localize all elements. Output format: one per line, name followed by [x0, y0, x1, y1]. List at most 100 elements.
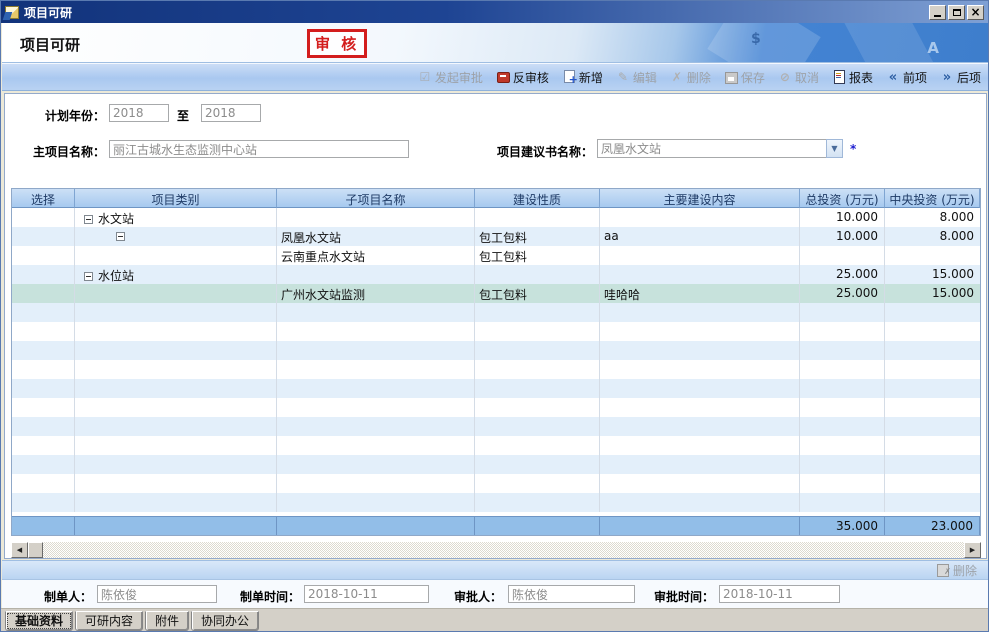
table-row[interactable]: [12, 436, 980, 455]
column-header-category[interactable]: 项目类别: [75, 189, 277, 208]
sub-name-cell[interactable]: [277, 322, 475, 341]
column-header-total-invest[interactable]: 总投资 (万元): [800, 189, 885, 208]
sub-name-cell[interactable]: [277, 398, 475, 417]
tree-collapse-icon[interactable]: [84, 272, 93, 281]
category-cell[interactable]: [75, 341, 277, 360]
category-cell[interactable]: 水文站: [75, 208, 277, 227]
nature-cell[interactable]: 包工包料: [475, 227, 600, 246]
table-row[interactable]: 广州水文站监测包工包料哇哈哈25.00015.000: [12, 284, 980, 303]
table-row[interactable]: [12, 398, 980, 417]
central-invest-cell[interactable]: [885, 379, 980, 398]
minimize-button[interactable]: [929, 5, 946, 20]
nature-cell[interactable]: [475, 455, 600, 474]
table-row[interactable]: [12, 360, 980, 379]
content-cell[interactable]: [600, 265, 800, 284]
category-cell[interactable]: [75, 227, 277, 246]
sub-name-cell[interactable]: [277, 341, 475, 360]
content-cell[interactable]: [600, 341, 800, 360]
sub-name-cell[interactable]: [277, 436, 475, 455]
proposal-combo[interactable]: ▼: [597, 139, 843, 158]
total-invest-cell[interactable]: [800, 322, 885, 341]
sub-name-cell[interactable]: [277, 360, 475, 379]
sub-name-cell[interactable]: [277, 208, 475, 227]
select-cell[interactable]: [12, 246, 75, 265]
central-invest-cell[interactable]: [885, 474, 980, 493]
category-cell[interactable]: [75, 379, 277, 398]
select-cell[interactable]: [12, 455, 75, 474]
total-invest-cell[interactable]: [800, 474, 885, 493]
content-cell[interactable]: 哇哈哈: [600, 284, 800, 303]
tab-basic-data[interactable]: 基础资料: [5, 611, 73, 631]
select-cell[interactable]: [12, 417, 75, 436]
nature-cell[interactable]: [475, 436, 600, 455]
total-invest-cell[interactable]: 25.000: [800, 265, 885, 284]
report-button[interactable]: 报表: [832, 69, 873, 86]
nature-cell[interactable]: [475, 417, 600, 436]
central-invest-cell[interactable]: [885, 322, 980, 341]
select-cell[interactable]: [12, 208, 75, 227]
content-cell[interactable]: [600, 379, 800, 398]
tree-collapse-icon[interactable]: [84, 215, 93, 224]
sub-name-cell[interactable]: [277, 265, 475, 284]
category-cell[interactable]: [75, 493, 277, 512]
tab-feasibility-content[interactable]: 可研内容: [75, 611, 143, 631]
nature-cell[interactable]: [475, 379, 600, 398]
nature-cell[interactable]: 包工包料: [475, 246, 600, 265]
content-cell[interactable]: [600, 208, 800, 227]
category-cell[interactable]: [75, 398, 277, 417]
scroll-right-button[interactable]: ▶: [964, 542, 981, 558]
category-cell[interactable]: [75, 455, 277, 474]
table-row[interactable]: 凤凰水文站包工包料aa10.0008.000: [12, 227, 980, 246]
content-cell[interactable]: [600, 322, 800, 341]
approve-time-field[interactable]: [719, 585, 840, 603]
add-new-button[interactable]: 新增: [562, 69, 603, 86]
total-invest-cell[interactable]: [800, 360, 885, 379]
maximize-button[interactable]: [948, 5, 965, 20]
select-cell[interactable]: [12, 265, 75, 284]
category-cell[interactable]: [75, 246, 277, 265]
select-cell[interactable]: [12, 398, 75, 417]
tab-collaboration[interactable]: 协同办公: [191, 611, 259, 631]
nature-cell[interactable]: [475, 322, 600, 341]
plan-year-from-field[interactable]: [109, 104, 169, 122]
plan-year-to-field[interactable]: [201, 104, 261, 122]
content-cell[interactable]: [600, 474, 800, 493]
sub-name-cell[interactable]: [277, 493, 475, 512]
table-row[interactable]: [12, 493, 980, 512]
sub-name-cell[interactable]: [277, 455, 475, 474]
content-cell[interactable]: [600, 360, 800, 379]
content-cell[interactable]: [600, 455, 800, 474]
total-invest-cell[interactable]: [800, 379, 885, 398]
central-invest-cell[interactable]: [885, 455, 980, 474]
nature-cell[interactable]: 包工包料: [475, 284, 600, 303]
column-header-select[interactable]: 选择: [12, 189, 75, 208]
approver-field[interactable]: [508, 585, 635, 603]
nature-cell[interactable]: [475, 360, 600, 379]
sub-name-cell[interactable]: [277, 417, 475, 436]
category-cell[interactable]: [75, 360, 277, 379]
central-invest-cell[interactable]: [885, 417, 980, 436]
category-cell[interactable]: 水位站: [75, 265, 277, 284]
nature-cell[interactable]: [475, 208, 600, 227]
central-invest-cell[interactable]: 8.000: [885, 208, 980, 227]
table-row[interactable]: [12, 303, 980, 322]
select-cell[interactable]: [12, 379, 75, 398]
select-cell[interactable]: [12, 341, 75, 360]
central-invest-cell[interactable]: [885, 246, 980, 265]
select-cell[interactable]: [12, 227, 75, 246]
category-cell[interactable]: [75, 436, 277, 455]
nature-cell[interactable]: [475, 493, 600, 512]
scroll-track[interactable]: [43, 542, 964, 558]
scroll-thumb[interactable]: [28, 542, 43, 558]
dropdown-arrow-button[interactable]: ▼: [826, 139, 843, 158]
total-invest-cell[interactable]: 10.000: [800, 208, 885, 227]
select-cell[interactable]: [12, 284, 75, 303]
anti-audit-button[interactable]: 反审核: [496, 69, 549, 86]
table-row[interactable]: [12, 322, 980, 341]
category-cell[interactable]: [75, 303, 277, 322]
table-row[interactable]: [12, 379, 980, 398]
column-header-content[interactable]: 主要建设内容: [600, 189, 800, 208]
table-row[interactable]: [12, 341, 980, 360]
sub-name-cell[interactable]: [277, 474, 475, 493]
scroll-left-button[interactable]: ◀: [11, 542, 28, 558]
